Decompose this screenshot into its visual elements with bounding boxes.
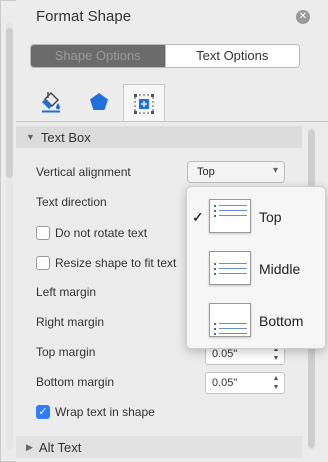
checkmark-icon[interactable]: ✓ bbox=[36, 405, 50, 419]
resize-shape-checkbox[interactable]: Resize shape to fit text bbox=[36, 256, 176, 270]
checkmark-icon: ✓ bbox=[192, 209, 204, 225]
fill-bucket-icon bbox=[42, 92, 60, 113]
text-options-tab[interactable]: Text Options bbox=[164, 45, 299, 67]
stepper-down-icon[interactable]: ▼ bbox=[271, 354, 281, 363]
left-margin-label: Left margin bbox=[36, 285, 97, 299]
effects-tab[interactable] bbox=[78, 84, 120, 120]
size-properties-tab[interactable] bbox=[123, 84, 165, 122]
checkbox-box[interactable] bbox=[36, 226, 50, 240]
expand-triangle-icon: ▶ bbox=[26, 441, 33, 452]
chevron-down-icon: ▾ bbox=[272, 165, 278, 176]
align-bottom-icon bbox=[209, 303, 251, 337]
bottom-margin-value[interactable]: 0.05" bbox=[212, 377, 237, 389]
top-margin-label: Top margin bbox=[36, 345, 96, 359]
menu-item-top-label: Top bbox=[259, 209, 282, 225]
checkbox-box[interactable] bbox=[36, 256, 50, 270]
top-margin-value[interactable]: 0.05" bbox=[212, 348, 237, 360]
stepper-down-icon[interactable]: ▼ bbox=[271, 383, 281, 392]
align-top-icon bbox=[209, 199, 251, 233]
pane-title: Format Shape bbox=[36, 8, 132, 25]
vertical-alignment-menu: ✓ Top Middle Bottom bbox=[186, 186, 326, 349]
alt-text-section-header[interactable]: ▶ Alt Text bbox=[16, 436, 302, 458]
vertical-alignment-label: Vertical alignment bbox=[36, 165, 131, 179]
stepper-up-icon[interactable]: ▲ bbox=[271, 374, 281, 383]
vertical-alignment-value: Top bbox=[197, 166, 215, 178]
options-segmented-control: Shape Options Text Options bbox=[30, 44, 300, 68]
vertical-alignment-dropdown[interactable]: Top ▾ bbox=[187, 161, 285, 183]
wrap-text-label: Wrap text in shape bbox=[55, 405, 155, 419]
text-direction-label: Text direction bbox=[36, 195, 107, 209]
fill-line-tab[interactable] bbox=[30, 84, 72, 120]
text-box-section-header[interactable]: ▼ Text Box bbox=[16, 126, 302, 148]
menu-item-bottom[interactable]: Bottom bbox=[187, 295, 327, 343]
text-box-section-label: Text Box bbox=[40, 129, 91, 145]
menu-item-middle-label: Middle bbox=[259, 261, 301, 277]
tabs-divider bbox=[16, 121, 328, 122]
right-margin-label: Right margin bbox=[36, 315, 105, 329]
menu-item-bottom-label: Bottom bbox=[259, 313, 304, 329]
menu-item-middle[interactable]: Middle bbox=[187, 243, 327, 291]
bottom-margin-label: Bottom margin bbox=[36, 375, 115, 389]
close-icon[interactable]: ✕ bbox=[296, 10, 310, 24]
menu-item-top[interactable]: ✓ Top bbox=[187, 191, 327, 239]
collapse-triangle-icon: ▼ bbox=[26, 132, 35, 142]
left-scroll-thumb[interactable] bbox=[6, 28, 13, 178]
bottom-margin-stepper[interactable]: 0.05" ▲ ▼ bbox=[205, 372, 285, 394]
resize-shape-label: Resize shape to fit text bbox=[55, 256, 177, 270]
size-properties-icon bbox=[134, 93, 154, 114]
pentagon-effects-icon bbox=[90, 93, 108, 110]
stepper-arrows[interactable]: ▲ ▼ bbox=[271, 374, 281, 392]
alt-text-section-label: Alt Text bbox=[38, 439, 82, 455]
do-not-rotate-label: Do not rotate text bbox=[55, 226, 148, 240]
align-middle-icon bbox=[209, 251, 251, 285]
shape-options-tab[interactable]: Shape Options bbox=[31, 45, 165, 67]
do-not-rotate-checkbox[interactable]: Do not rotate text bbox=[36, 226, 147, 240]
wrap-text-checkbox[interactable]: ✓ Wrap text in shape bbox=[36, 405, 155, 419]
